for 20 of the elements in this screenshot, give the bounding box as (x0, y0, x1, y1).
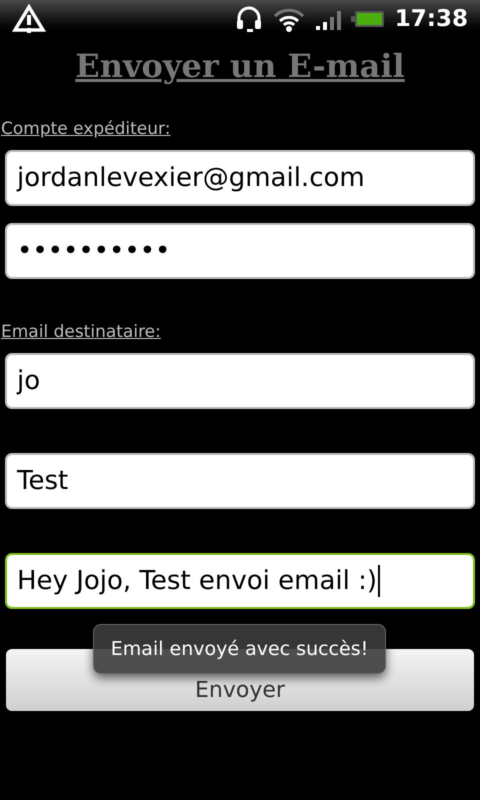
field-text: Test (17, 464, 68, 498)
input-field[interactable]: Hey Jojo, Test envoi email :) (5, 553, 475, 609)
input-field[interactable]: •••••••••• (5, 223, 475, 279)
input-field[interactable]: jo (5, 353, 475, 409)
input-field[interactable]: jordanlevexier@gmail.com (5, 150, 475, 206)
section-label: Compte expéditeur: (0, 118, 170, 140)
headset-icon (234, 5, 263, 33)
text-cursor (378, 565, 380, 597)
clock: 17:38 (394, 4, 468, 34)
field-text: jo (17, 364, 40, 398)
toast-message: Email envoyé avec succès! (93, 624, 386, 674)
warning-icon (12, 4, 46, 34)
page-title: Envoyer un E-mail (75, 46, 405, 87)
field-text: jordanlevexier@gmail.com (17, 162, 365, 194)
input-field[interactable]: Test (5, 453, 475, 509)
section-label: Email destinataire: (0, 320, 161, 344)
field-text: Hey Jojo, Test envoi email :) (17, 564, 378, 598)
wifi-icon (272, 6, 305, 32)
field-text: •••••••••• (17, 234, 170, 268)
battery-icon (350, 9, 385, 29)
